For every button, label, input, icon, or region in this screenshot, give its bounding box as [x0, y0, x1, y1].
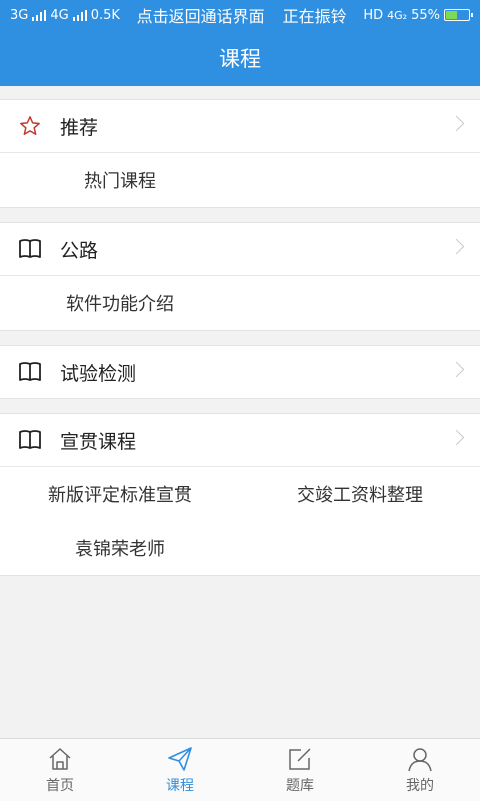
app-header: 课程 — [0, 30, 480, 86]
nav-label: 课程 — [166, 778, 194, 794]
course-list: 推荐 热门课程 公路 软件功能介绍 试验检测 宣贯课程 新版评定标准宣贯 交竣工… — [0, 86, 480, 576]
section-title: 推荐 — [60, 116, 99, 139]
star-icon — [18, 114, 42, 138]
nav-label: 首页 — [46, 778, 74, 794]
chevron-right-icon — [448, 429, 465, 446]
section-items: 新版评定标准宣贯 交竣工资料整理 袁锦荣老师 — [0, 467, 480, 575]
signal-icon — [72, 9, 87, 21]
page-title: 课程 — [219, 47, 261, 71]
section-items: 软件功能介绍 — [0, 276, 480, 330]
section-items: 热门课程 — [0, 153, 480, 207]
nav-question-bank[interactable]: 题库 — [240, 739, 360, 801]
network-4g-label: 4G — [50, 7, 69, 23]
network-4g2-label: 4G₂ — [387, 8, 408, 22]
book-icon — [18, 237, 42, 261]
course-item[interactable]: 热门课程 — [0, 153, 240, 207]
section-header-testing[interactable]: 试验检测 — [0, 346, 480, 398]
book-icon — [18, 360, 42, 384]
course-item[interactable]: 软件功能介绍 — [0, 276, 240, 330]
course-item[interactable]: 袁锦荣老师 — [0, 521, 240, 575]
edit-icon — [286, 745, 314, 773]
section-title: 宣贯课程 — [60, 430, 137, 453]
chevron-right-icon — [448, 361, 465, 378]
section-publicity: 宣贯课程 新版评定标准宣贯 交竣工资料整理 袁锦荣老师 — [0, 413, 480, 576]
nav-label: 我的 — [406, 778, 434, 794]
section-highway: 公路 软件功能介绍 — [0, 222, 480, 331]
battery-icon — [444, 9, 473, 21]
section-testing: 试验检测 — [0, 345, 480, 399]
status-bar: 3G 4G 0.5K 点击返回通话界面 正在振铃 HD 4G₂ 55% — [0, 0, 480, 30]
course-item[interactable]: 交竣工资料整理 — [240, 467, 480, 521]
course-item[interactable]: 新版评定标准宣贯 — [0, 467, 240, 521]
user-icon — [406, 745, 434, 773]
nav-mine[interactable]: 我的 — [360, 739, 480, 801]
bottom-nav: 首页 课程 题库 我的 — [0, 738, 480, 801]
section-recommend: 推荐 热门课程 — [0, 99, 480, 208]
call-notification[interactable]: 点击返回通话界面 正在振铃 — [120, 3, 363, 27]
nav-course[interactable]: 课程 — [120, 739, 240, 801]
nav-home[interactable]: 首页 — [0, 739, 120, 801]
hd-label: HD — [363, 7, 384, 23]
status-left: 3G 4G 0.5K — [10, 8, 120, 23]
nav-label: 题库 — [286, 778, 314, 794]
battery-fill — [446, 11, 457, 19]
call-status-text: 正在振铃 — [282, 7, 347, 26]
section-header-publicity[interactable]: 宣贯课程 — [0, 414, 480, 467]
return-to-call-text[interactable]: 点击返回通话界面 — [137, 3, 265, 27]
section-header-highway[interactable]: 公路 — [0, 223, 480, 276]
section-title: 试验检测 — [60, 362, 137, 385]
book-icon — [18, 428, 42, 452]
home-icon — [46, 745, 74, 773]
signal-icon — [32, 9, 47, 21]
section-header-recommend[interactable]: 推荐 — [0, 100, 480, 153]
send-icon — [166, 745, 194, 773]
section-title: 公路 — [60, 239, 99, 262]
chevron-right-icon — [448, 238, 465, 255]
chevron-right-icon — [448, 115, 465, 132]
status-right: HD 4G₂ 55% — [363, 7, 473, 23]
network-3g-label: 3G — [10, 7, 29, 23]
battery-percent: 55% — [411, 7, 440, 23]
network-speed-label: 0.5K — [90, 7, 120, 23]
